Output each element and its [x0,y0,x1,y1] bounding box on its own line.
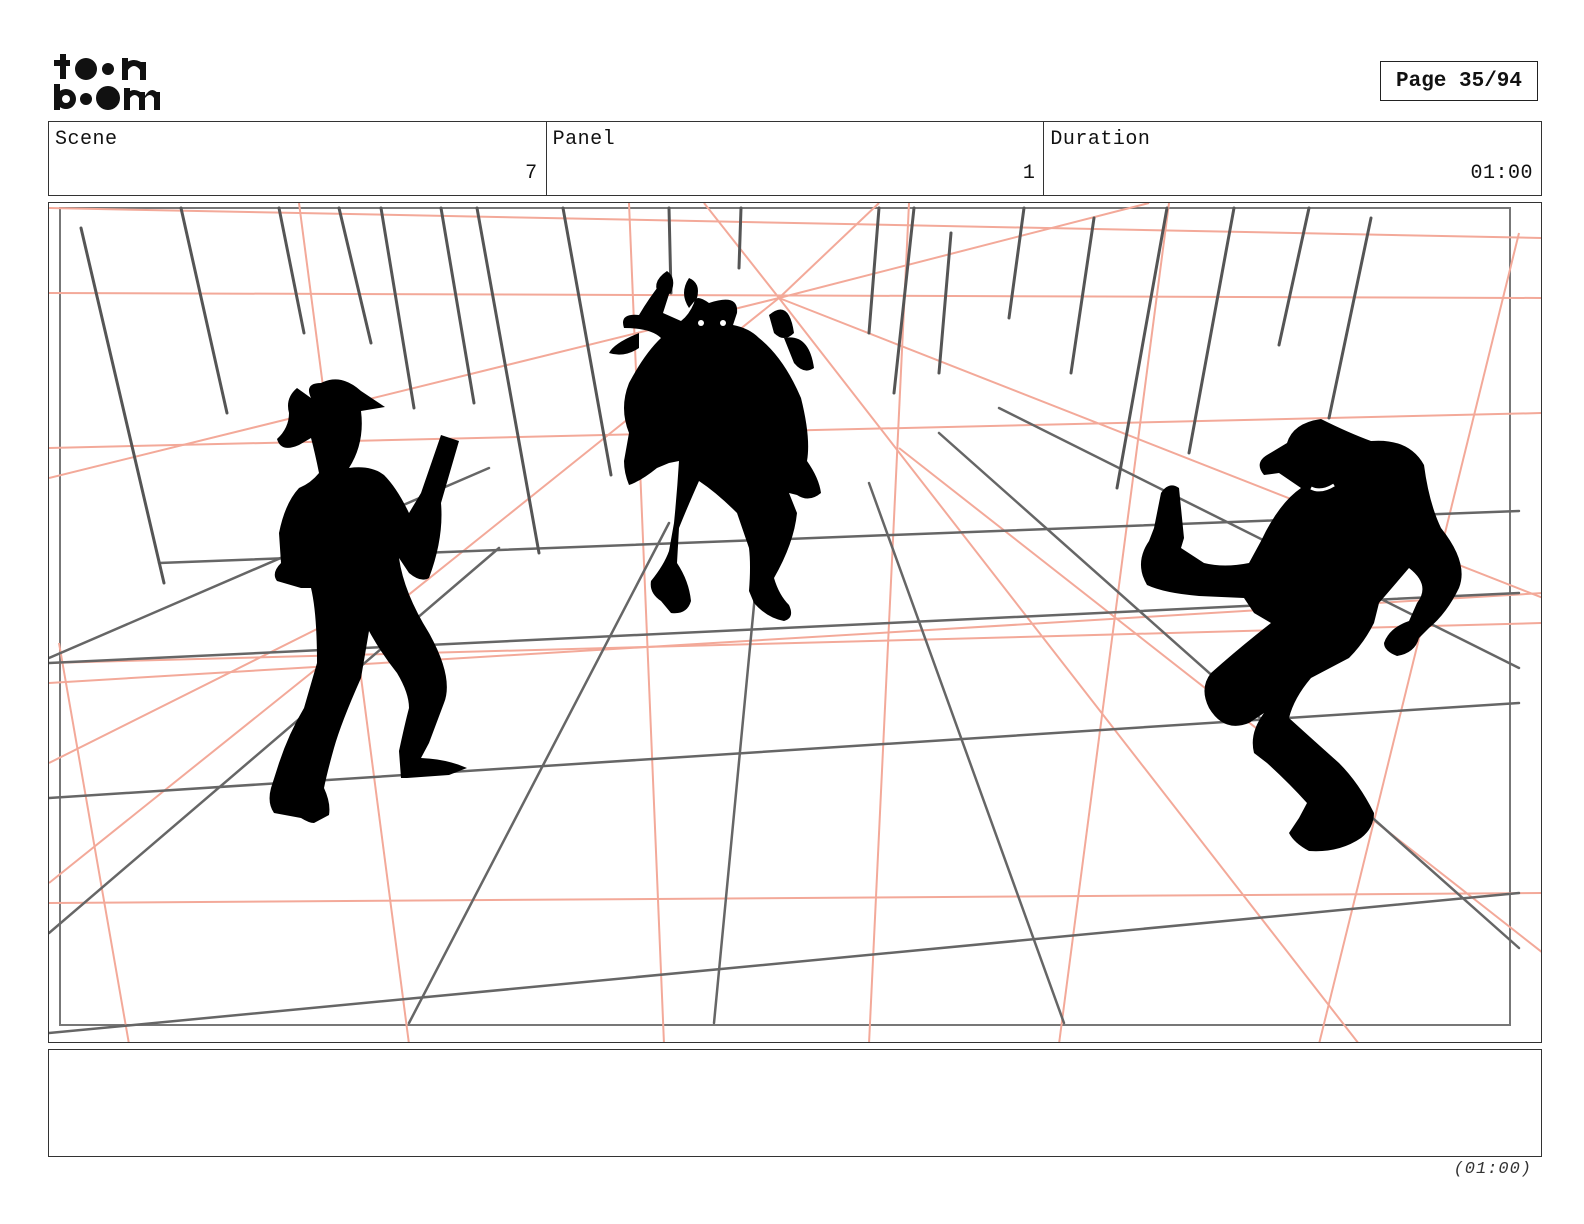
panel-cell: Panel 1 [547,122,1045,195]
panel-value: 1 [1022,162,1036,185]
panel-label: Panel [552,128,616,151]
scene-value: 7 [525,162,538,185]
duration-value: 01:00 [1470,162,1534,185]
footer-duration: (01:00) [1453,1160,1532,1179]
scene-cell: Scene 7 [49,122,547,195]
storyboard-panel [48,202,1542,1043]
storyboard-drawing [49,203,1541,1042]
panel-info-header: Scene 7 Panel 1 Duration 01:00 [48,121,1542,196]
creature-silhouette [609,271,821,621]
duration-cell: Duration 01:00 [1044,122,1541,195]
notes-box [48,1049,1542,1157]
page-number: Page 35/94 [1380,61,1538,101]
toonboom-logo [54,54,160,110]
duration-label: Duration [1050,128,1151,151]
scene-label: Scene [55,128,118,151]
man-silhouette [1140,419,1462,852]
